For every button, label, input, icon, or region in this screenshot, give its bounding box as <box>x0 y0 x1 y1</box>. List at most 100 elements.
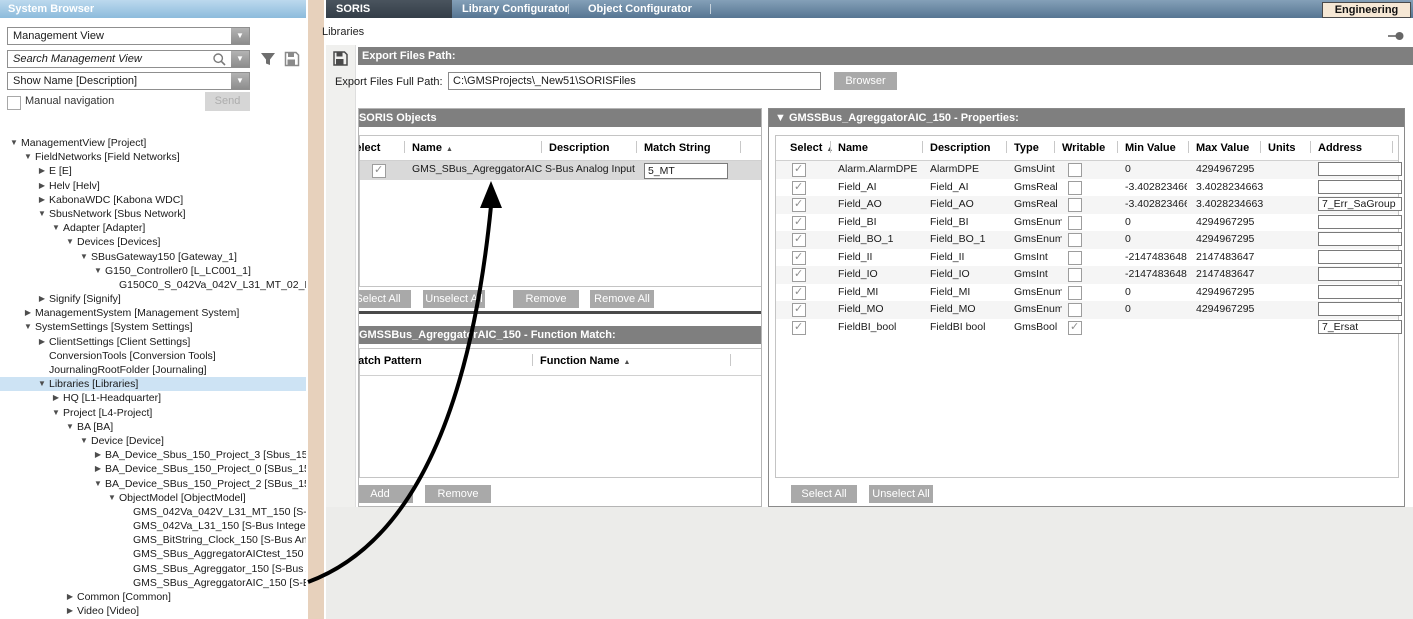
column-match-pattern[interactable]: Match Pattern <box>358 355 422 367</box>
tree-expand-icon[interactable]: ▶ <box>36 294 48 303</box>
property-select-checkbox[interactable] <box>792 233 806 247</box>
send-button[interactable]: Send <box>205 92 250 111</box>
chevron-down-icon[interactable]: ▼ <box>231 73 249 89</box>
writable-checkbox[interactable] <box>1068 268 1082 282</box>
tree-collapse-icon[interactable]: ▼ <box>64 422 76 431</box>
tree-item[interactable]: GMS_042Va_L31_150 [S-Bus Integer In <box>0 519 306 533</box>
property-select-checkbox[interactable] <box>792 321 806 335</box>
tree-collapse-icon[interactable]: ▼ <box>50 408 62 417</box>
tree-item[interactable]: JournalingRootFolder [Journaling] <box>0 363 306 377</box>
tree-expand-icon[interactable]: ▶ <box>36 166 48 175</box>
remove-all-button[interactable]: Remove All <box>590 290 654 308</box>
writable-checkbox[interactable] <box>1068 251 1082 265</box>
soris-object-row[interactable]: GMS_SBus_AgreggatorAIC_1S-Bus Analog Inp… <box>360 161 761 180</box>
tree-expand-icon[interactable]: ▶ <box>36 337 48 346</box>
tree-expand-icon[interactable]: ▶ <box>50 393 62 402</box>
tree-item[interactable]: ▶ManagementSystem [Management System] <box>0 306 306 320</box>
tree-item[interactable]: GMS_SBus_AggregatorAICtest_150 [S-B <box>0 547 306 561</box>
property-select-checkbox[interactable] <box>792 216 806 230</box>
tree-item[interactable]: ▶Helv [Helv] <box>0 179 306 193</box>
property-row[interactable]: Field_BIField_BIGmsEnum04294967295 <box>776 214 1398 232</box>
tree-collapse-icon[interactable]: ▼ <box>36 209 48 218</box>
tab-library-configurator[interactable]: Library Configurator <box>452 0 580 18</box>
column-name[interactable]: Name▲ <box>412 142 453 154</box>
writable-checkbox[interactable] <box>1068 198 1082 212</box>
writable-checkbox[interactable] <box>1068 286 1082 300</box>
tree-item[interactable]: ▼Adapter [Adapter] <box>0 221 306 235</box>
tree-collapse-icon[interactable]: ▼ <box>92 266 104 275</box>
column-function-name[interactable]: Function Name▲ <box>540 355 630 367</box>
column-max-value[interactable]: Max Value <box>1196 142 1249 154</box>
export-path-input[interactable] <box>448 72 821 90</box>
tree-expand-icon[interactable]: ▶ <box>64 606 76 615</box>
row-select-checkbox[interactable] <box>372 164 386 178</box>
filter-icon[interactable] <box>259 50 277 73</box>
tree-collapse-icon[interactable]: ▼ <box>64 237 76 246</box>
column-type[interactable]: Type <box>1014 142 1039 154</box>
tree-item[interactable]: ▼FieldNetworks [Field Networks] <box>0 150 306 164</box>
address-input[interactable] <box>1318 320 1402 334</box>
column-select[interactable]: Select▲ <box>790 142 833 154</box>
engineering-mode-button[interactable]: Engineering <box>1322 2 1411 18</box>
match-string-input[interactable] <box>644 163 728 179</box>
select-all-button[interactable]: Select All <box>358 290 411 308</box>
tree-collapse-icon[interactable]: ▼ <box>78 252 90 261</box>
tree-item[interactable]: ConversionTools [Conversion Tools] <box>0 349 306 363</box>
address-input[interactable] <box>1318 232 1402 246</box>
property-row[interactable]: Field_MIField_MIGmsEnum04294967295 <box>776 284 1398 302</box>
save-filter-icon[interactable] <box>283 50 301 73</box>
address-input[interactable] <box>1318 197 1402 211</box>
tree-item[interactable]: ▼Project [L4-Project] <box>0 406 306 420</box>
save-icon[interactable] <box>332 50 349 72</box>
tree-item[interactable]: ▼G150_Controller0 [L_LC001_1] <box>0 264 306 278</box>
tree-item[interactable]: GMS_BitString_Clock_150 [S-Bus Analo <box>0 533 306 547</box>
property-select-checkbox[interactable] <box>792 163 806 177</box>
tree-item[interactable]: ▼BA_Device_SBus_150_Project_2 [SBus_150] <box>0 477 306 491</box>
search-icon[interactable] <box>212 52 227 72</box>
property-select-checkbox[interactable] <box>792 181 806 195</box>
tree-item[interactable]: ▶Signify [Signify] <box>0 292 306 306</box>
panel-splitter[interactable] <box>306 0 326 619</box>
column-units[interactable]: Units <box>1268 142 1296 154</box>
tree-item[interactable]: ▶KabonaWDC [Kabona WDC] <box>0 193 306 207</box>
tree-item[interactable]: ▶Common [Common] <box>0 590 306 604</box>
property-row[interactable]: Field_IIField_IIGmsInt-21474836482147483… <box>776 249 1398 267</box>
address-input[interactable] <box>1318 250 1402 264</box>
column-select[interactable]: Select <box>358 142 380 154</box>
writable-checkbox[interactable] <box>1068 321 1082 335</box>
tree-item[interactable]: ▶ClientSettings [Client Settings] <box>0 335 306 349</box>
tab-object-configurator[interactable]: Object Configurator <box>578 0 708 18</box>
chevron-down-icon[interactable]: ▼ <box>231 28 249 44</box>
tree-item[interactable]: G150C0_S_042Va_042V_L31_MT_02_Err_ <box>0 278 306 292</box>
property-row[interactable]: Field_AIField_AIGmsReal-3.40282346633.40… <box>776 179 1398 197</box>
view-selector-dropdown[interactable]: Management View ▼ <box>7 27 250 45</box>
writable-checkbox[interactable] <box>1068 303 1082 317</box>
tree-collapse-icon[interactable]: ▼ <box>22 152 34 161</box>
display-mode-dropdown[interactable]: Show Name [Description] ▼ <box>7 72 250 90</box>
tree-collapse-icon[interactable]: ▼ <box>22 322 34 331</box>
address-input[interactable] <box>1318 180 1402 194</box>
search-input[interactable]: Search Management View ▼ <box>7 50 250 68</box>
tree-item[interactable]: ▼Libraries [Libraries] <box>0 377 306 391</box>
tree-expand-icon[interactable]: ▶ <box>22 308 34 317</box>
property-row[interactable]: Alarm.AlarmDPEAlarmDPEGmsUint04294967295 <box>776 161 1398 179</box>
property-row[interactable]: Field_BO_1Field_BO_1GmsEnum04294967295 <box>776 231 1398 249</box>
property-select-checkbox[interactable] <box>792 286 806 300</box>
address-input[interactable] <box>1318 302 1402 316</box>
tree-item[interactable]: ▼ObjectModel [ObjectModel] <box>0 491 306 505</box>
writable-checkbox[interactable] <box>1068 181 1082 195</box>
tree-item[interactable]: GMS_SBus_Agreggator_150 [S-Bus Ana <box>0 562 306 576</box>
chevron-down-icon[interactable]: ▼ <box>231 51 249 67</box>
tree-item[interactable]: ▼ManagementView [Project] <box>0 136 306 150</box>
writable-checkbox[interactable] <box>1068 233 1082 247</box>
tree-item[interactable]: ▶BA_Device_SBus_150_Project_0 [SBus_150] <box>0 462 306 476</box>
property-select-checkbox[interactable] <box>792 303 806 317</box>
tree-item[interactable]: ▼SbusNetwork [Sbus Network] <box>0 207 306 221</box>
property-row[interactable]: FieldBI_boolFieldBI boolGmsBool <box>776 319 1398 337</box>
tree-expand-icon[interactable]: ▶ <box>64 592 76 601</box>
tree-collapse-icon[interactable]: ▼ <box>92 479 104 488</box>
column-writable[interactable]: Writable <box>1062 142 1105 154</box>
tree-item[interactable]: ▶Video [Video] <box>0 604 306 618</box>
remove-function-button[interactable]: Remove <box>425 485 491 503</box>
browser-button[interactable]: Browser <box>834 72 897 90</box>
